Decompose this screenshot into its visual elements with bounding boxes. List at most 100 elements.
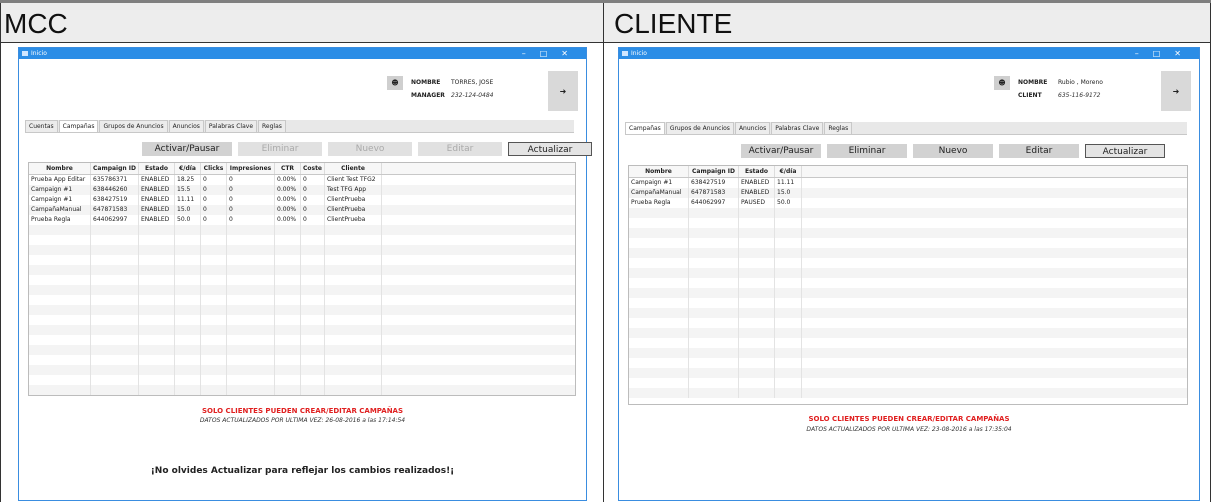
table-cell (775, 378, 802, 388)
empty-row (29, 255, 575, 265)
window-title: Inicio (31, 50, 47, 57)
window-controls[interactable]: –□✕ (522, 48, 582, 59)
table-cell (91, 315, 139, 325)
tab-item[interactable]: Campañas (625, 122, 665, 134)
column-header[interactable]: Coste (301, 163, 325, 174)
table-row[interactable]: Campaign #1 638427519 ENABLED 11.11 (629, 178, 1187, 188)
table-cell (227, 305, 275, 315)
table-cell: 0 (301, 205, 325, 215)
table-cell: 0 (227, 175, 275, 185)
table-cell: 0 (301, 175, 325, 185)
logout-button[interactable]: ➜ (1161, 71, 1191, 111)
table-row[interactable]: Campaign #1 638427519 ENABLED 11.11 0 0 0.00% 0… (29, 195, 575, 205)
table-cell (91, 265, 139, 275)
empty-row (629, 378, 1187, 388)
table-cell (175, 255, 201, 265)
table-cell: ClientPrueba (325, 205, 382, 215)
table-cell (775, 278, 802, 288)
warning-message: SOLO CLIENTES PUEDEN CREAR/EDITAR CAMPAÑ… (808, 415, 1010, 423)
logout-button[interactable]: ➜ (548, 71, 578, 111)
empty-row (629, 348, 1187, 358)
column-header[interactable]: Clicks (201, 163, 227, 174)
table-cell (689, 338, 739, 348)
table-cell: 0 (301, 215, 325, 225)
tab-item[interactable]: Grupos de Anuncios (99, 120, 168, 132)
tab-item[interactable]: Anuncios (734, 122, 771, 134)
table-cell: 0.00% (275, 215, 301, 225)
empty-row (29, 315, 575, 325)
campaigns-table: Nombre Campaign ID Estado €/día Campaign #1 6… (628, 165, 1188, 405)
empty-row (629, 238, 1187, 248)
table-cell (29, 275, 91, 285)
table-row[interactable]: Prueba Regla 644062997 PAUSED 50.0 (629, 198, 1187, 208)
user-name: Rubio , Moreno (1058, 79, 1103, 86)
table-cell (629, 218, 689, 228)
table-row[interactable]: Prueba App Editar 635786371 ENABLED 18.25 0 0… (29, 175, 575, 185)
new-button[interactable]: Nuevo (913, 144, 993, 158)
table-cell (689, 278, 739, 288)
tab-item[interactable]: Palabras Clave (204, 120, 258, 132)
table-cell (139, 255, 175, 265)
toggle-button[interactable]: Activar/Pausar (741, 144, 821, 158)
column-header[interactable]: CTR (275, 163, 301, 174)
column-header[interactable]: Cliente (325, 163, 382, 174)
new-button[interactable]: Nuevo (328, 142, 412, 156)
table-cell (175, 225, 201, 235)
window-controls[interactable]: –□✕ (1135, 48, 1195, 59)
table-cell (275, 365, 301, 375)
edit-button[interactable]: Editar (999, 144, 1079, 158)
table-cell (275, 305, 301, 315)
column-header[interactable]: Nombre (29, 163, 91, 174)
empty-row (629, 208, 1187, 218)
table-row[interactable]: Campaign #1 638446260 ENABLED 15.5 0 0 0.00% 0 T… (29, 185, 575, 195)
table-cell (301, 245, 325, 255)
cliente-column: CLIENTE Inicio –□✕ ☻ NOMBRE Rubio , Moren… (604, 3, 1211, 502)
column-header[interactable]: Campaign ID (91, 163, 139, 174)
table-cell (301, 305, 325, 315)
table-cell (139, 275, 175, 285)
table-cell (325, 295, 382, 305)
name-label: NOMBRE (411, 79, 441, 86)
page: MCC Inicio –□✕ ☻ NOMBRE TORRES, JOSE MANA… (0, 0, 1211, 502)
refresh-button[interactable]: Actualizar (1085, 144, 1165, 158)
refresh-button[interactable]: Actualizar (508, 142, 592, 156)
table-cell (227, 315, 275, 325)
table-cell (139, 355, 175, 365)
delete-button[interactable]: Eliminar (238, 142, 322, 156)
column-header[interactable]: Estado (139, 163, 175, 174)
tab-item[interactable]: Grupos de Anuncios (665, 122, 734, 134)
tab-item[interactable]: Cuentas (25, 120, 58, 132)
empty-row (629, 228, 1187, 238)
table-cell (739, 288, 775, 298)
table-cell (739, 338, 775, 348)
table-cell (139, 385, 175, 395)
table-cell: 0 (227, 205, 275, 215)
table-cell (775, 358, 802, 368)
empty-row (29, 295, 575, 305)
table-cell (29, 285, 91, 295)
delete-button[interactable]: Eliminar (827, 144, 907, 158)
column-header[interactable]: Nombre (629, 166, 689, 177)
column-header[interactable]: Campaign ID (689, 166, 739, 177)
column-header[interactable]: €/día (775, 166, 802, 177)
column-header[interactable]: €/día (175, 163, 201, 174)
table-cell (201, 385, 227, 395)
tab-item[interactable]: Anuncios (168, 120, 204, 132)
toggle-button[interactable]: Activar/Pausar (142, 142, 232, 156)
table-row[interactable]: CampañaManual 647871583 ENABLED 15.0 (629, 188, 1187, 198)
edit-button[interactable]: Editar (418, 142, 502, 156)
table-row[interactable]: Prueba Regla 644062997 ENABLED 50.0 0 0 0.00% 0… (29, 215, 575, 225)
table-cell (201, 355, 227, 365)
tab-item[interactable]: Palabras Clave (771, 122, 824, 134)
tab-item[interactable]: Reglas (258, 120, 286, 132)
table-cell (275, 295, 301, 305)
table-cell: Campaign #1 (629, 178, 689, 188)
column-header[interactable]: Estado (739, 166, 775, 177)
column-header[interactable]: Impresiones (227, 163, 275, 174)
table-cell: 50.0 (775, 198, 802, 208)
table-cell (201, 245, 227, 255)
tab-item[interactable]: Reglas (824, 122, 853, 134)
table-row[interactable]: CampañaManual 647871583 ENABLED 15.0 0 0 0.00%… (29, 205, 575, 215)
tab-item[interactable]: Campañas (58, 120, 99, 132)
table-cell (629, 238, 689, 248)
